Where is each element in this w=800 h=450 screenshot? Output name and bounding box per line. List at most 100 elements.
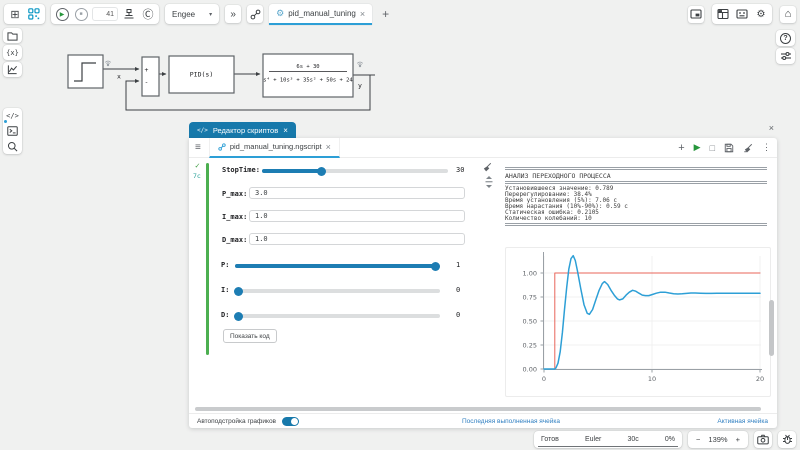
sum-block[interactable]: + -: [142, 57, 159, 96]
files-folder-icon[interactable]: [3, 28, 22, 43]
vertical-scrollbar[interactable]: [769, 300, 774, 356]
home-icon[interactable]: ⌂: [780, 6, 796, 23]
active-cell-link[interactable]: Активная ячейка: [717, 418, 768, 425]
solver-name: Euler: [585, 436, 601, 443]
pmax-label: P_max:: [222, 190, 247, 198]
stop-simulation-icon[interactable]: ■: [73, 6, 89, 22]
last-executed-cell-link[interactable]: Последняя выполненная ячейка: [462, 418, 560, 425]
sum-plus-sign: +: [145, 66, 149, 74]
p-value: 1: [456, 261, 460, 269]
slider-thumb[interactable]: [234, 312, 243, 321]
slider-thumb[interactable]: [317, 167, 326, 176]
model-gear-icon: ⚙: [276, 8, 284, 19]
simulation-steps-input[interactable]: [92, 7, 118, 21]
dmax-input[interactable]: [249, 233, 465, 245]
resize-handle-icon[interactable]: [485, 176, 493, 188]
slider-thumb[interactable]: [431, 262, 440, 271]
sim-progress: 0%: [665, 436, 675, 443]
separator: [505, 167, 767, 170]
svg-text:20: 20: [756, 375, 764, 383]
save-script-icon[interactable]: [724, 143, 734, 153]
sim-time: 30c: [627, 436, 638, 443]
script-editor-panel: </> Редактор скриптов × × ≡ pid_manual_t…: [189, 122, 777, 428]
clear-all-icon[interactable]: [743, 143, 753, 153]
code-icon: </>: [197, 127, 208, 134]
zoom-out-button[interactable]: −: [696, 435, 700, 444]
d-slider[interactable]: [235, 314, 440, 318]
step-block[interactable]: [68, 55, 103, 88]
pip-window-icon[interactable]: [688, 6, 704, 23]
close-tab-icon[interactable]: ×: [360, 9, 365, 19]
tf-numerator: 6s + 30: [296, 64, 319, 70]
stop-cell-icon[interactable]: □: [710, 143, 715, 153]
close-editor-icon[interactable]: ×: [769, 123, 774, 133]
stoptime-label: StopTime:: [222, 166, 260, 174]
settings-gear-icon[interactable]: ⚙: [753, 6, 769, 22]
autoscale-label: Автоподстройка графиков: [197, 418, 276, 425]
script-editor-title-tab[interactable]: </> Редактор скриптов ×: [189, 122, 296, 138]
link-model-icon[interactable]: [247, 5, 263, 23]
autoscale-toggle[interactable]: [282, 417, 299, 426]
clear-output-icon[interactable]: [482, 162, 492, 172]
signal-monitor-icon[interactable]: [357, 62, 363, 67]
pid-label: PID(s): [190, 71, 213, 79]
file-tab-label: pid_manual_tuning.ngscript: [230, 142, 322, 151]
run-simulation-icon[interactable]: ▶: [54, 6, 70, 22]
more-options-icon[interactable]: ⋮: [762, 142, 771, 153]
p-slider[interactable]: [235, 264, 440, 268]
model-canvas[interactable]: + - PID(s) 6s + 30 s⁴ + 10s³ + 35s² + 50…: [55, 42, 385, 120]
analysis-title: АНАЛИЗ ПЕРЕХОДНОГО ПРОЦЕССА: [505, 172, 767, 180]
zoom-level: 139%: [708, 435, 727, 444]
pmax-input[interactable]: [249, 187, 465, 199]
run-cell-icon[interactable]: ▶: [694, 142, 701, 153]
tools-group: </>: [3, 108, 22, 154]
report-bug-icon[interactable]: [778, 431, 796, 448]
i-slider[interactable]: [235, 289, 440, 293]
svg-text:10: 10: [648, 375, 656, 383]
expand-tabs-icon[interactable]: »: [225, 5, 241, 23]
window-layout-icon[interactable]: ⊞: [7, 6, 23, 22]
signal-label-y: y: [358, 82, 362, 90]
new-tab-button[interactable]: +: [378, 7, 393, 21]
add-cell-icon[interactable]: +: [678, 142, 684, 154]
simulation-status-box[interactable]: Готов Euler 30c 0%: [534, 431, 682, 448]
zoom-control: − 139% +: [688, 431, 748, 448]
help-icon[interactable]: ?: [776, 30, 795, 46]
active-cell-bar[interactable]: [206, 163, 209, 355]
stoptime-slider[interactable]: [262, 169, 448, 173]
settings-sliders-icon[interactable]: [776, 48, 795, 64]
engee-model-editor-icon[interactable]: [26, 6, 42, 22]
editor-footer: Автоподстройка графиков Последняя выполн…: [189, 413, 777, 428]
variables-icon[interactable]: {x}: [3, 45, 22, 60]
dmax-label: D_max:: [222, 236, 247, 244]
tab-pid-manual-tuning[interactable]: ⚙ pid_manual_tuning ×: [269, 4, 372, 25]
tf-denominator: s⁴ + 10s³ + 35s² + 50s + 24: [263, 77, 353, 84]
terminal-icon[interactable]: [3, 123, 22, 138]
show-code-button[interactable]: Показать код: [223, 329, 277, 343]
response-chart[interactable]: 0.000.250.500.751.0001020: [505, 247, 771, 397]
p-label: P:: [221, 261, 229, 269]
d-label: D:: [221, 311, 229, 319]
pid-block[interactable]: PID(s): [169, 56, 234, 93]
deploy-icon[interactable]: [121, 6, 137, 22]
tab-ngscript-file[interactable]: pid_manual_tuning.ngscript ×: [209, 138, 340, 158]
transfer-function-block[interactable]: 6s + 30 s⁴ + 10s³ + 35s² + 50s + 24: [263, 54, 353, 97]
svg-text:0.75: 0.75: [523, 293, 537, 301]
layout-grid-icon[interactable]: [715, 6, 731, 22]
plots-icon[interactable]: [3, 62, 22, 77]
imax-input[interactable]: [249, 210, 465, 222]
remote-desktop-icon[interactable]: [734, 6, 750, 22]
screenshot-camera-icon[interactable]: [754, 431, 772, 448]
close-panel-icon[interactable]: ×: [283, 126, 288, 135]
cell-list-icon[interactable]: ≡: [195, 142, 201, 153]
signal-monitor-icon[interactable]: [105, 61, 111, 66]
search-help-icon[interactable]: [3, 139, 22, 154]
horizontal-scrollbar[interactable]: [195, 407, 761, 411]
environment-select[interactable]: Engee ▾: [165, 4, 219, 24]
code-generation-icon[interactable]: Ⓒ: [140, 6, 156, 22]
window-group: ⊞: [4, 4, 45, 24]
close-file-icon[interactable]: ×: [326, 142, 331, 152]
zoom-in-button[interactable]: +: [736, 435, 740, 444]
workspace-group: ⚙: [712, 4, 772, 24]
slider-thumb[interactable]: [234, 287, 243, 296]
